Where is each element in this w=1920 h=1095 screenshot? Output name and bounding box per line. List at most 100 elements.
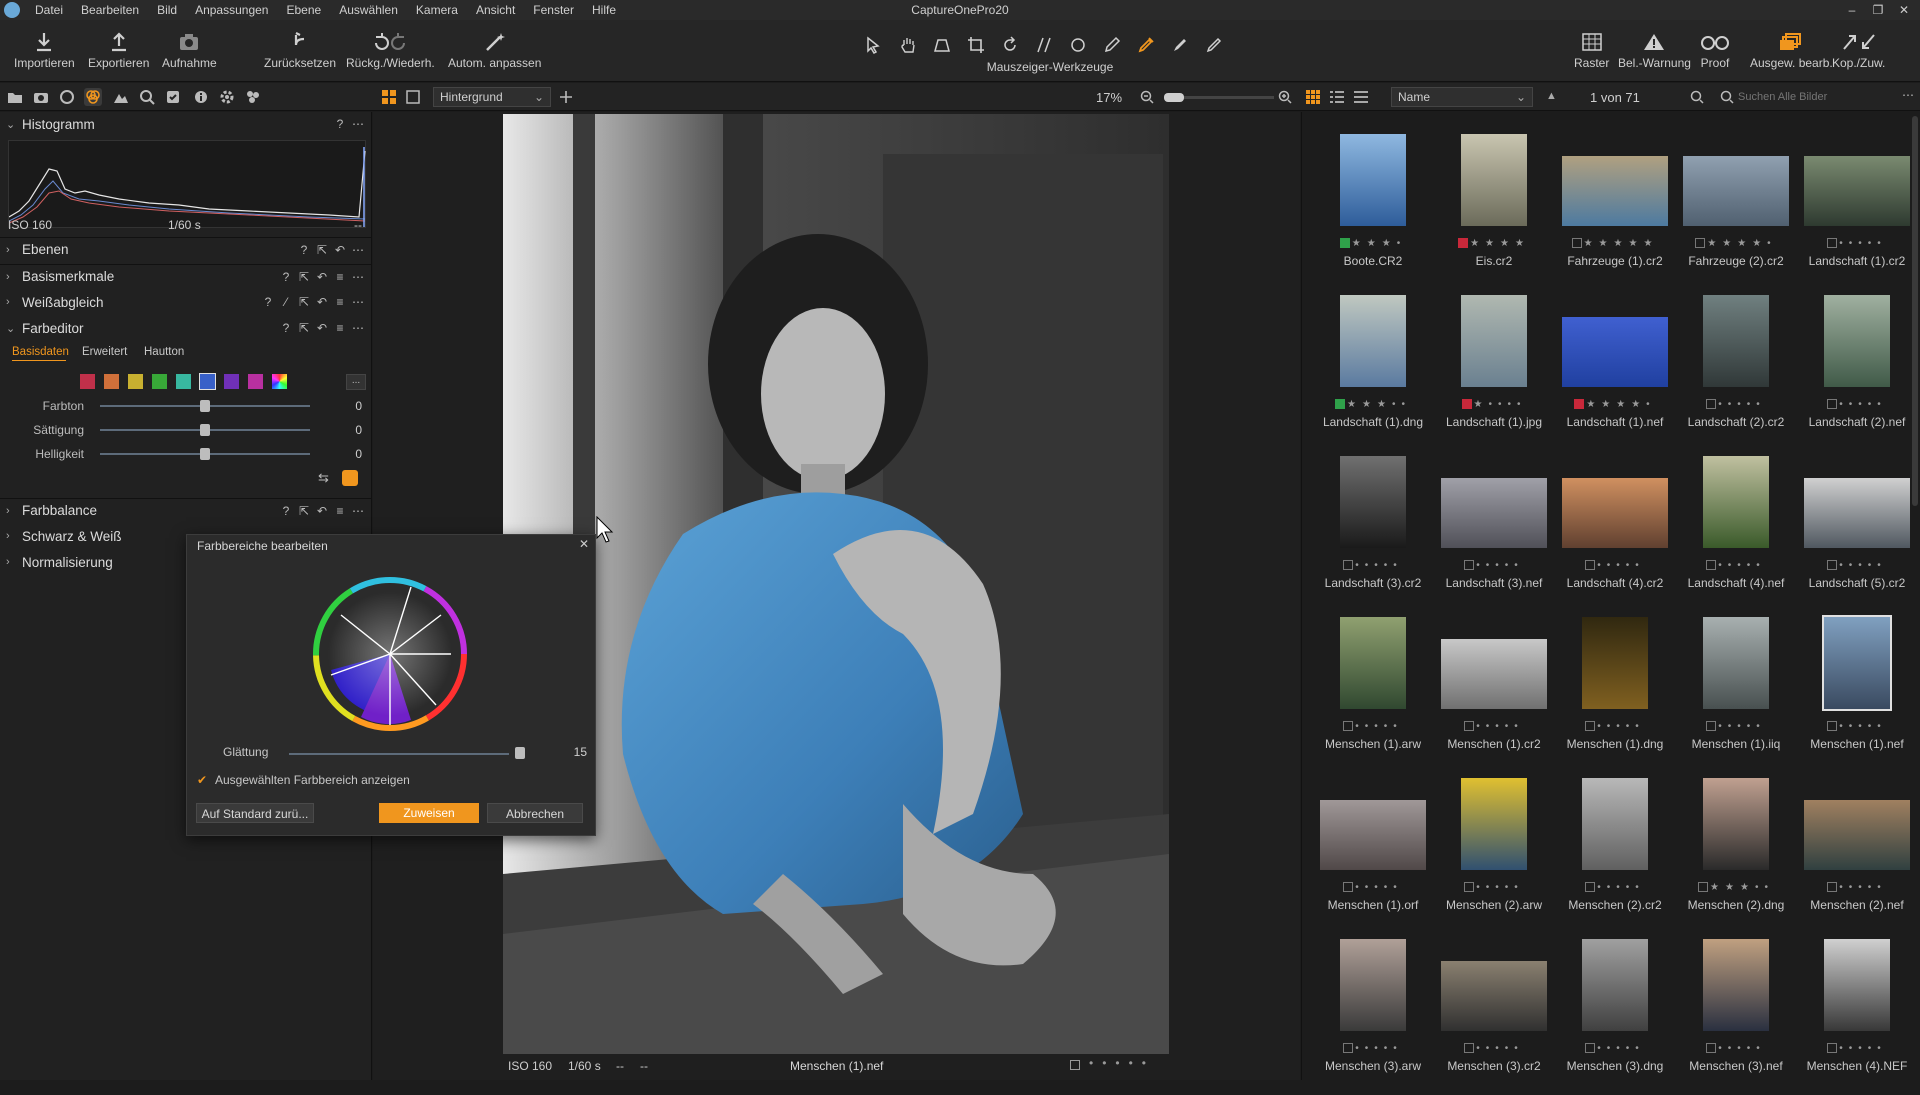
browser-scrollbar[interactable]: [1912, 116, 1918, 506]
thumbnail[interactable]: ••••• Menschen (3).arw: [1312, 935, 1434, 1095]
copy-icon[interactable]: ⇱: [298, 321, 310, 335]
reset-icon[interactable]: ↶: [316, 270, 328, 284]
thumbnail-rating[interactable]: ★★★★★: [1554, 238, 1676, 250]
star-rating[interactable]: ★••••: [1474, 399, 1527, 410]
menu-image[interactable]: Bild: [148, 3, 186, 17]
thumbnail-image[interactable]: [1461, 778, 1527, 870]
presets-icon[interactable]: ≡: [334, 295, 346, 309]
more-icon[interactable]: ⋯: [352, 504, 364, 518]
thumbnail-image[interactable]: [1340, 134, 1406, 226]
thumbnail-image[interactable]: [1822, 615, 1892, 711]
histogram-header[interactable]: ⌄ Histogramm ? ⋯: [0, 112, 372, 136]
thumbnail-image[interactable]: [1562, 156, 1668, 226]
color-swatch[interactable]: #d0703a: [104, 374, 119, 389]
thumbnail[interactable]: ••••• Landschaft (1).cr2: [1796, 130, 1918, 290]
brush-tool-icon[interactable]: [1098, 32, 1126, 58]
thumbnail[interactable]: ••••• Menschen (1).arw: [1312, 613, 1434, 773]
thumbnail[interactable]: ••••• Menschen (3).cr2: [1433, 935, 1555, 1095]
thumbnail[interactable]: ••••• Menschen (1).cr2: [1433, 613, 1555, 773]
star-rating[interactable]: •••••: [1718, 560, 1766, 571]
show-range-checkbox-label[interactable]: Ausgewählten Farbbereich anzeigen: [215, 773, 410, 787]
color-swatch[interactable]: #c8b030: [128, 374, 143, 389]
star-rating[interactable]: ★★★★•: [1707, 238, 1776, 249]
reset-icon[interactable]: ↶: [316, 295, 328, 309]
grid-button[interactable]: Raster: [1574, 28, 1609, 70]
eyedropper-tool-icon[interactable]: [1166, 32, 1194, 58]
color-tag[interactable]: [1827, 882, 1838, 893]
thumbnail-image[interactable]: [1441, 639, 1547, 709]
color-balance-header[interactable]: › Farbbalance ? ⇱ ↶ ≡ ⋯: [0, 498, 372, 522]
add-layer-icon[interactable]: [557, 88, 575, 106]
swatch-more-button[interactable]: ...: [346, 374, 366, 390]
list-view-icon[interactable]: [1328, 88, 1346, 106]
star-rating[interactable]: •••••: [1718, 399, 1766, 410]
star-rating[interactable]: •••••: [1355, 560, 1403, 571]
star-rating[interactable]: •••••: [1839, 399, 1887, 410]
layers-header[interactable]: › Ebenen ? ⇱ ↶ ⋯: [0, 237, 372, 261]
color-tag[interactable]: [1585, 1043, 1596, 1054]
color-picker-icon[interactable]: [342, 470, 358, 486]
thumbnail[interactable]: ••••• Menschen (1).orf: [1312, 774, 1434, 934]
maximize-button[interactable]: ❐: [1866, 0, 1890, 20]
menu-window[interactable]: Fenster: [524, 3, 583, 17]
star-rating[interactable]: ★★★★: [1470, 238, 1530, 249]
thumbnail-rating[interactable]: •••••: [1796, 882, 1918, 894]
presets-icon[interactable]: ≡: [334, 270, 346, 284]
more-icon[interactable]: ⋯: [352, 243, 364, 257]
copy-icon[interactable]: ⇱: [298, 504, 310, 518]
thumbnail-rating[interactable]: ★★★★•: [1554, 399, 1676, 411]
annotate-tool-icon[interactable]: [1200, 32, 1228, 58]
zoom-out-icon[interactable]: [1138, 88, 1156, 106]
thumbnail-image[interactable]: [1461, 134, 1527, 226]
saturation-knob[interactable]: [200, 424, 210, 436]
capture-button[interactable]: Aufnahme: [162, 28, 217, 70]
cancel-button[interactable]: Abbrechen: [487, 803, 583, 823]
color-tag[interactable]: [1343, 560, 1354, 571]
color-swatch[interactable]: #3860c8: [199, 373, 216, 390]
library-tab-icon[interactable]: [6, 88, 24, 106]
thumbnail-image[interactable]: [1582, 778, 1648, 870]
settings-tab-icon[interactable]: [218, 88, 236, 106]
color-tag[interactable]: [1343, 1043, 1354, 1054]
styles-tab-icon[interactable]: [244, 88, 262, 106]
presets-icon[interactable]: ≡: [334, 504, 346, 518]
thumbnail-image[interactable]: [1340, 456, 1406, 548]
lightness-slider[interactable]: Helligkeit 0: [0, 444, 372, 464]
thumbnail[interactable]: ••••• Menschen (1).iiq: [1675, 613, 1797, 773]
color-picker-tool-icon[interactable]: [1132, 32, 1160, 58]
search-input[interactable]: [1738, 88, 1898, 106]
thumbnail-rating[interactable]: •••••: [1433, 721, 1555, 733]
thumbnail-image[interactable]: [1320, 800, 1426, 870]
filmstrip-view-icon[interactable]: [1352, 88, 1370, 106]
thumbnail-rating[interactable]: •••••: [1554, 721, 1676, 733]
color-tag[interactable]: [1827, 721, 1838, 732]
footer-tag-box[interactable]: [1070, 1060, 1080, 1070]
color-tag[interactable]: [1461, 399, 1472, 410]
select-tool-icon[interactable]: [860, 32, 888, 58]
grid-view-icon[interactable]: [1304, 88, 1322, 106]
help-icon[interactable]: ?: [334, 117, 346, 131]
lens-tab-icon[interactable]: [58, 88, 76, 106]
thumbnail[interactable]: ★★★★• Fahrzeuge (2).cr2: [1675, 130, 1797, 290]
close-window-button[interactable]: ✕: [1892, 0, 1916, 20]
thumbnail[interactable]: ★★★•• Menschen (2).dng: [1675, 774, 1797, 934]
layer-select[interactable]: Hintergrund ⌄: [433, 87, 551, 107]
menu-edit[interactable]: Bearbeiten: [72, 3, 148, 17]
color-tag[interactable]: [1343, 882, 1354, 893]
color-tag[interactable]: [1339, 238, 1350, 249]
star-rating[interactable]: •••••: [1355, 882, 1403, 893]
reset-icon[interactable]: ↶: [316, 504, 328, 518]
color-tag[interactable]: [1585, 560, 1596, 571]
star-rating[interactable]: ★★★★★: [1584, 238, 1659, 249]
more-icon[interactable]: ⋯: [352, 270, 364, 284]
help-icon[interactable]: ?: [280, 321, 292, 335]
thumbnail-rating[interactable]: •••••: [1796, 238, 1918, 250]
copy-apply-button[interactable]: Kop./Zuw.: [1832, 28, 1885, 70]
thumbnail-image[interactable]: [1703, 617, 1769, 709]
thumbnail-image[interactable]: [1441, 478, 1547, 548]
exposure-warning-button[interactable]: Bel.-Warnung: [1618, 28, 1691, 70]
star-rating[interactable]: •••••: [1839, 721, 1887, 732]
smoothing-knob[interactable]: [515, 747, 525, 759]
thumbnail-rating[interactable]: •••••: [1796, 560, 1918, 572]
star-rating[interactable]: •••••: [1355, 1043, 1403, 1054]
